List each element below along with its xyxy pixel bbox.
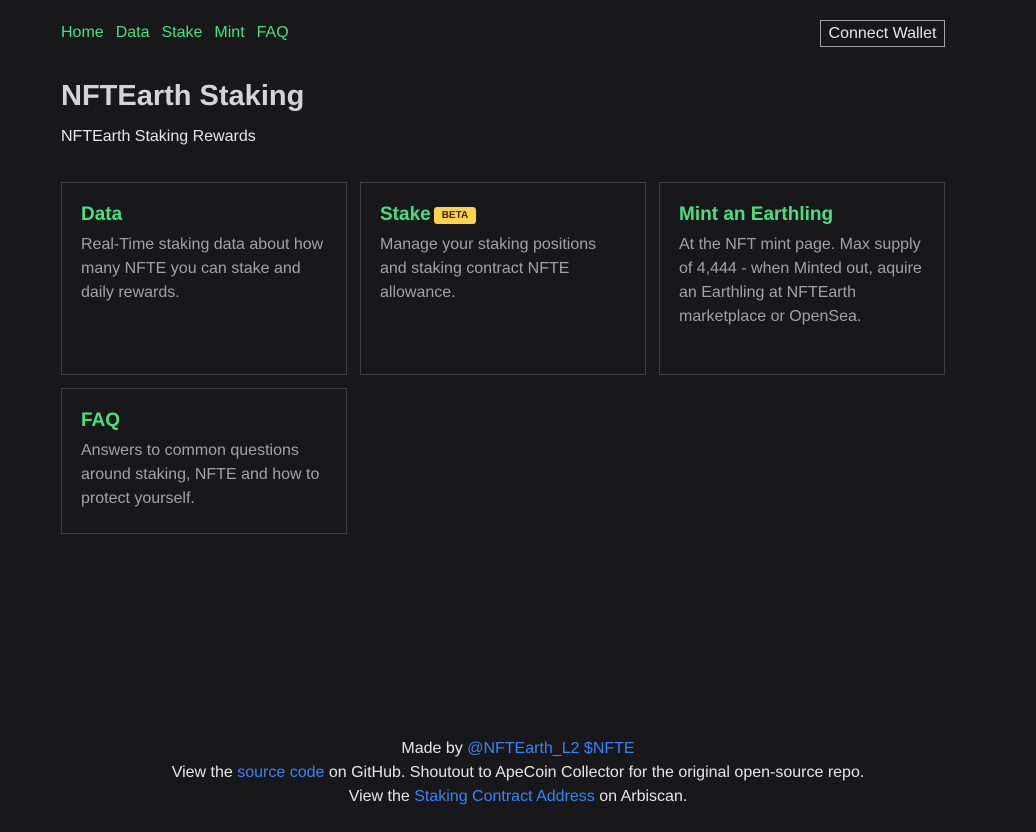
faq-card-title: FAQ xyxy=(81,409,327,433)
twitter-link[interactable]: @NFTEarth_L2 $NFTE xyxy=(467,740,634,757)
footer-made-by-text: Made by xyxy=(401,740,468,757)
footer: Made by @NFTEarth_L2 $NFTE View the sour… xyxy=(0,737,1036,809)
nav-mint-link[interactable]: Mint xyxy=(214,24,244,42)
nav-faq-link[interactable]: FAQ xyxy=(257,24,289,42)
footer-line-made-by: Made by @NFTEarth_L2 $NFTE xyxy=(0,737,1036,761)
faq-card-description: Answers to common questions around staki… xyxy=(81,442,320,507)
connect-wallet-button[interactable]: Connect Wallet xyxy=(820,20,945,47)
stake-card-title-text: Stake xyxy=(380,204,431,225)
footer-contract-suffix: on Arbiscan. xyxy=(594,788,688,805)
page-subtitle: NFTEarth Staking Rewards xyxy=(61,128,256,145)
footer-line-contract: View the Staking Contract Address on Arb… xyxy=(0,785,1036,809)
footer-line-source: View the source code on GitHub. Shoutout… xyxy=(0,761,1036,785)
mint-card-title: Mint an Earthling xyxy=(679,203,925,227)
stake-card-description: Manage your staking positions and stakin… xyxy=(380,236,597,301)
page-title: NFTEarth Staking xyxy=(61,80,305,112)
faq-card-title-text: FAQ xyxy=(81,410,121,431)
stake-card[interactable]: Stake BETA Manage your staking positions… xyxy=(360,182,646,375)
footer-source-prefix: View the xyxy=(171,764,238,781)
data-card-title: Data xyxy=(81,203,327,227)
stake-card-title: Stake BETA xyxy=(380,203,626,227)
data-card[interactable]: Data Real-Time staking data about how ma… xyxy=(61,182,347,375)
mint-card[interactable]: Mint an Earthling At the NFT mint page. … xyxy=(659,182,945,375)
source-code-link[interactable]: source code xyxy=(237,764,324,781)
beta-badge: BETA xyxy=(433,206,477,224)
footer-contract-prefix: View the xyxy=(348,788,415,805)
faq-card[interactable]: FAQ Answers to common questions around s… xyxy=(61,388,347,534)
staking-contract-link[interactable]: Staking Contract Address xyxy=(414,788,595,805)
data-card-description: Real-Time staking data about how many NF… xyxy=(81,236,324,301)
top-nav: Home Data Stake Mint FAQ xyxy=(61,24,289,42)
page: Home Data Stake Mint FAQ Connect Wallet … xyxy=(0,0,1036,832)
mint-card-title-text: Mint an Earthling xyxy=(679,204,834,225)
data-card-title-text: Data xyxy=(81,204,123,225)
mint-card-description: At the NFT mint page. Max supply of 4,44… xyxy=(679,236,922,325)
nav-home-link[interactable]: Home xyxy=(61,24,104,42)
nav-stake-link[interactable]: Stake xyxy=(161,24,202,42)
nav-data-link[interactable]: Data xyxy=(116,24,150,42)
footer-source-suffix: on GitHub. Shoutout to ApeCoin Collector… xyxy=(324,764,865,781)
